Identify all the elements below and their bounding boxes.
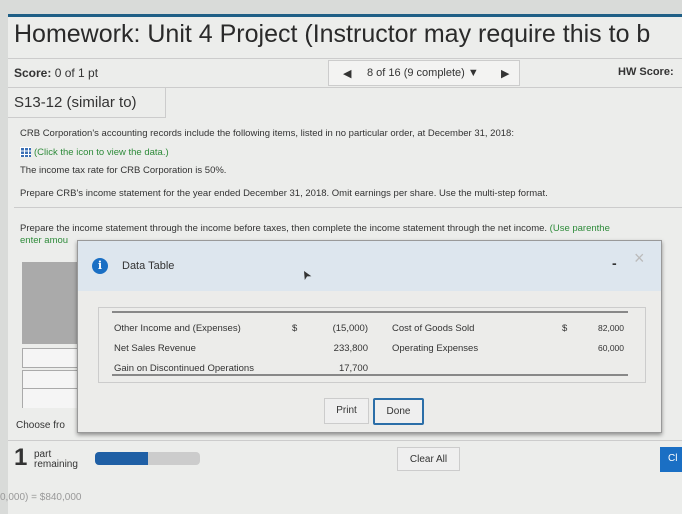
table-currency: $ (562, 323, 568, 334)
close-icon[interactable]: × (634, 248, 645, 269)
table-label: Cost of Goods Sold (392, 323, 475, 334)
table-label: Net Sales Revenue (114, 343, 196, 354)
hw-score: HW Score: (618, 66, 674, 78)
progress-bar (95, 452, 200, 465)
table-value: (15,000) (332, 323, 368, 334)
progress-fill (95, 452, 148, 465)
table-value: 17,700 (338, 363, 368, 374)
page-title: Homework: Unit 4 Project (Instructor may… (14, 20, 651, 48)
view-data-link[interactable]: (Click the icon to view the data.) (20, 147, 169, 158)
tax-rate-text: The income tax rate for CRB Corporation … (20, 165, 227, 176)
question-nav: ◀ 8 of 16 (9 complete) ▼ ▶ (328, 60, 520, 86)
prepare-text: Prepare the income statement through the… (20, 223, 610, 234)
question-text: CRB Corporation's accounting records inc… (20, 128, 514, 139)
parts-label: part remaining (34, 449, 78, 470)
choose-text: Choose fro (16, 420, 65, 431)
table-label: Other Income and (Expenses) (114, 323, 241, 334)
enter-text: enter amou (20, 235, 69, 246)
answer-input[interactable] (22, 348, 82, 368)
table-value: 233,800 (333, 343, 368, 354)
prev-question-icon[interactable]: ◀ (343, 67, 351, 80)
score: Score: 0 of 1 pt (14, 66, 99, 80)
data-table-dialog: i Data Table - × Other Income and (Expen… (77, 240, 662, 433)
bottom-text: 0,000) = $840,000 (0, 492, 82, 503)
table-value: 60,000 (598, 343, 624, 353)
table-value: 82,000 (598, 323, 624, 333)
minimize-icon[interactable]: - (612, 255, 617, 271)
answer-input[interactable] (22, 388, 82, 408)
instructions-text: Prepare CRB's income statement for the y… (20, 188, 548, 199)
data-table-icon[interactable] (20, 147, 31, 158)
dialog-title: Data Table (122, 260, 175, 272)
clear-all-button[interactable]: Clear All (397, 447, 460, 471)
question-id: S13-12 (similar to) (8, 88, 166, 118)
print-button[interactable]: Print (324, 398, 369, 424)
question-selector[interactable]: 8 of 16 (9 complete) ▼ (367, 67, 479, 79)
done-button[interactable]: Done (373, 398, 424, 425)
divider (14, 207, 682, 208)
data-table: Other Income and (Expenses) $ (15,000) N… (112, 311, 628, 376)
table-label: Gain on Discontinued Operations (114, 363, 254, 374)
answer-input[interactable] (22, 370, 82, 390)
header-cell (22, 262, 82, 344)
next-question-icon[interactable]: ▶ (501, 67, 509, 80)
check-answer-button[interactable]: Cl (660, 447, 682, 472)
parts-count: 1 (14, 444, 28, 471)
info-icon: i (92, 258, 108, 274)
table-label: Operating Expenses (392, 343, 479, 354)
table-currency: $ (292, 323, 298, 334)
